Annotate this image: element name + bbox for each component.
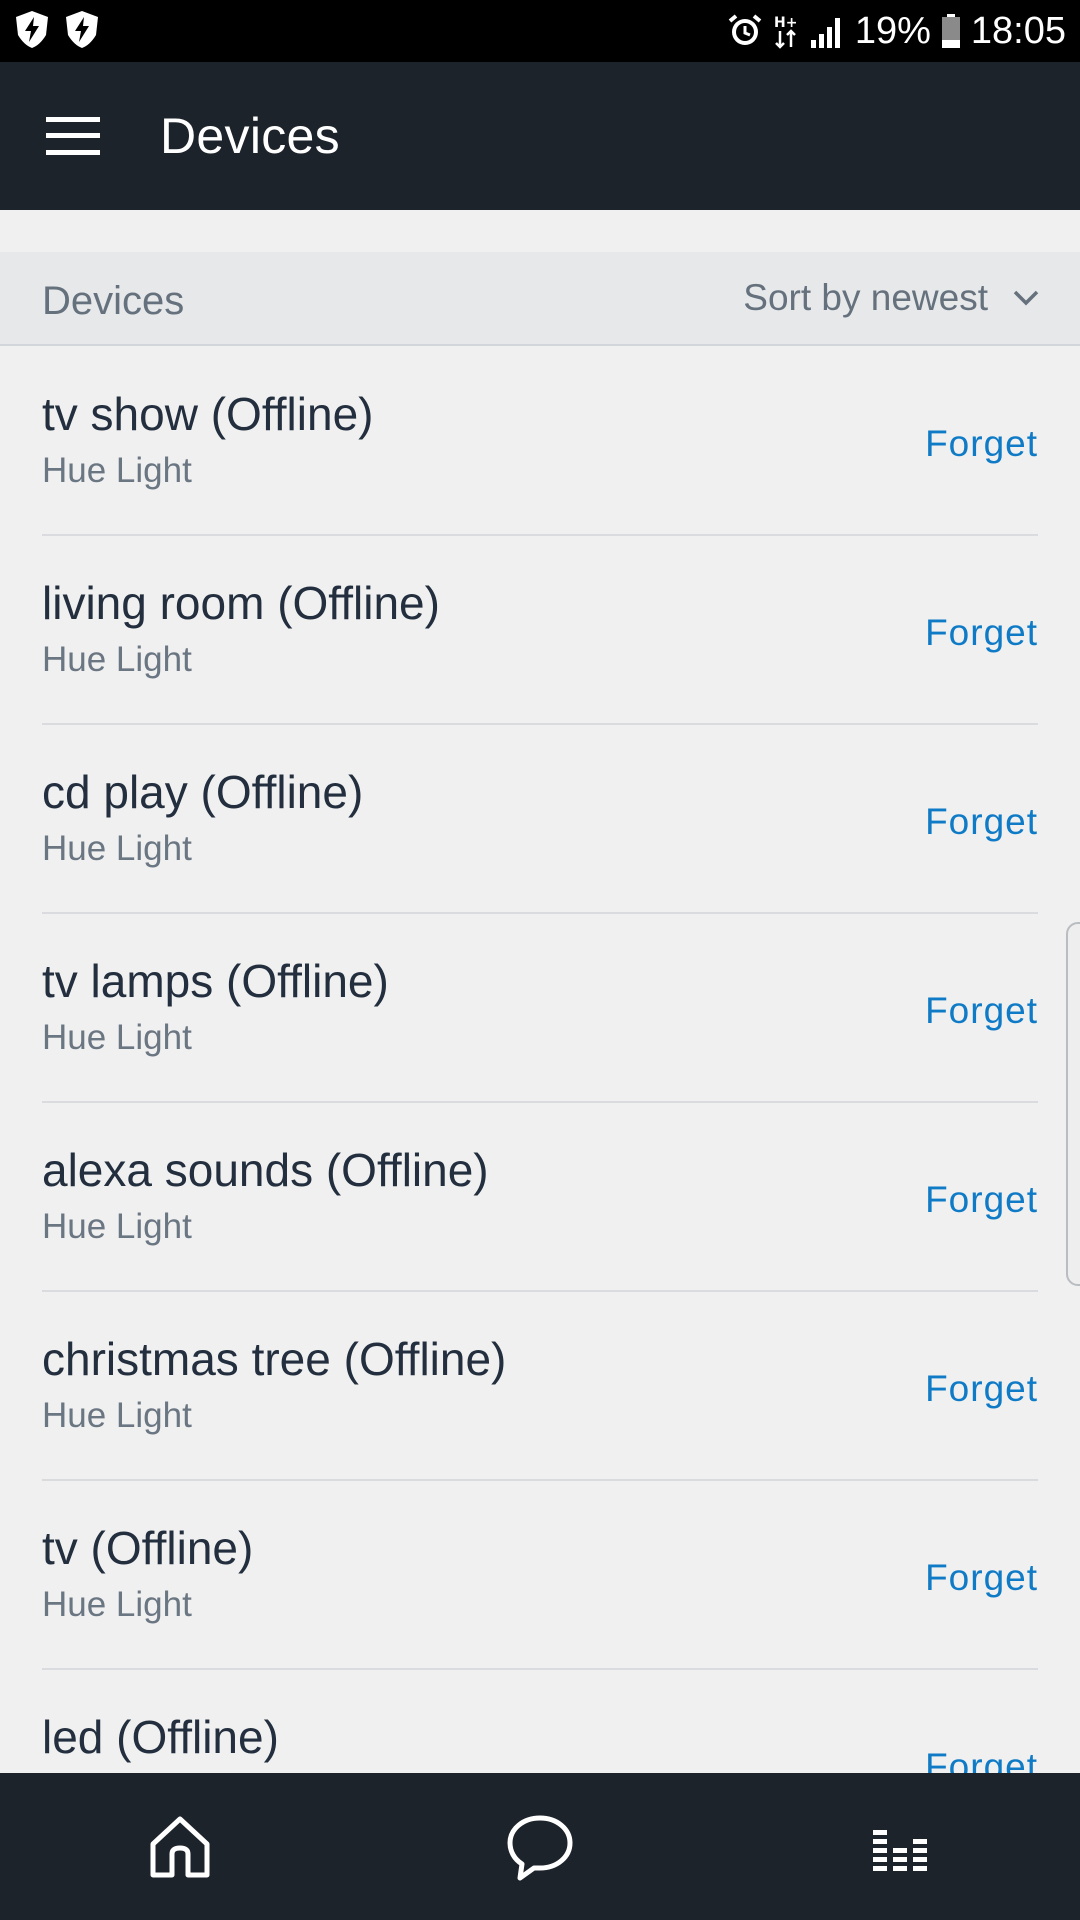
forget-button[interactable]: Forget: [925, 1746, 1038, 1773]
device-type: Hue Light: [42, 451, 192, 490]
signal-icon: [809, 14, 845, 48]
scroll-handle[interactable]: [1066, 922, 1080, 1286]
section-header: Devices Sort by newest: [0, 252, 1080, 346]
device-name: tv show (Offline): [42, 388, 374, 440]
forget-button[interactable]: Forget: [925, 990, 1038, 1032]
section-title: Devices: [42, 278, 185, 323]
device-type: Hue Light: [42, 1018, 192, 1057]
device-name: living room (Offline): [42, 577, 440, 629]
forget-button[interactable]: Forget: [925, 1368, 1038, 1410]
device-name: tv lamps (Offline): [42, 955, 389, 1007]
equalizer-icon: [873, 1829, 927, 1871]
forget-button[interactable]: Forget: [925, 1179, 1038, 1221]
device-list[interactable]: tv show (Offline) Hue Light Forget livin…: [0, 347, 1080, 1773]
forget-button[interactable]: Forget: [925, 612, 1038, 654]
battery-percent: 19%: [854, 9, 931, 52]
device-name: led (Offline): [42, 1711, 279, 1763]
alarm-icon: [727, 13, 763, 49]
forget-button[interactable]: Forget: [925, 801, 1038, 843]
nav-player-button[interactable]: [845, 1792, 955, 1902]
status-bar: H+ 19% 18:05: [0, 0, 1080, 62]
hamburger-menu-icon: [46, 117, 100, 155]
device-type: Hue Light: [42, 1396, 192, 1435]
device-row: alexa sounds (Offline) Hue Light Forget: [42, 1103, 1038, 1292]
chat-bubble-icon: [507, 1815, 573, 1880]
device-row: led (Offline) Forget: [42, 1670, 1038, 1773]
device-name: alexa sounds (Offline): [42, 1144, 489, 1196]
device-row: cd play (Offline) Hue Light Forget: [42, 725, 1038, 914]
device-type: Hue Light: [42, 1207, 192, 1246]
nav-home-button[interactable]: [125, 1792, 235, 1902]
bottom-nav: [0, 1773, 1080, 1920]
home-icon: [150, 1816, 210, 1877]
shield-bolt-icon: [62, 9, 102, 54]
device-type: Hue Light: [42, 1585, 192, 1624]
forget-button[interactable]: Forget: [925, 423, 1038, 465]
shield-bolt-icon: [12, 9, 52, 54]
device-row: christmas tree (Offline) Hue Light Forge…: [42, 1292, 1038, 1481]
status-left-icons: [12, 9, 102, 54]
device-name: tv (Offline): [42, 1522, 254, 1574]
page-title: Devices: [160, 108, 340, 164]
chevron-down-icon: [1013, 290, 1039, 306]
menu-button[interactable]: [36, 99, 110, 173]
device-type: Hue Light: [42, 640, 192, 679]
svg-text:H+: H+: [774, 15, 797, 31]
nav-conversations-button[interactable]: [485, 1792, 595, 1902]
device-name: christmas tree (Offline): [42, 1333, 507, 1385]
battery-icon: [941, 14, 961, 48]
clock-time: 18:05: [970, 9, 1066, 52]
device-row: tv (Offline) Hue Light Forget: [42, 1481, 1038, 1670]
data-arrows-icon: H+: [773, 13, 799, 49]
device-row: tv lamps (Offline) Hue Light Forget: [42, 914, 1038, 1103]
device-row: living room (Offline) Hue Light Forget: [42, 536, 1038, 725]
device-row: tv show (Offline) Hue Light Forget: [42, 347, 1038, 536]
device-name: cd play (Offline): [42, 766, 364, 818]
sort-dropdown[interactable]: Sort by newest: [743, 277, 1040, 319]
app-bar: Devices: [0, 62, 1080, 210]
sort-label: Sort by newest: [743, 277, 988, 318]
forget-button[interactable]: Forget: [925, 1557, 1038, 1599]
device-type: Hue Light: [42, 829, 192, 868]
status-right-icons: H+ 19% 18:05: [727, 10, 1066, 53]
